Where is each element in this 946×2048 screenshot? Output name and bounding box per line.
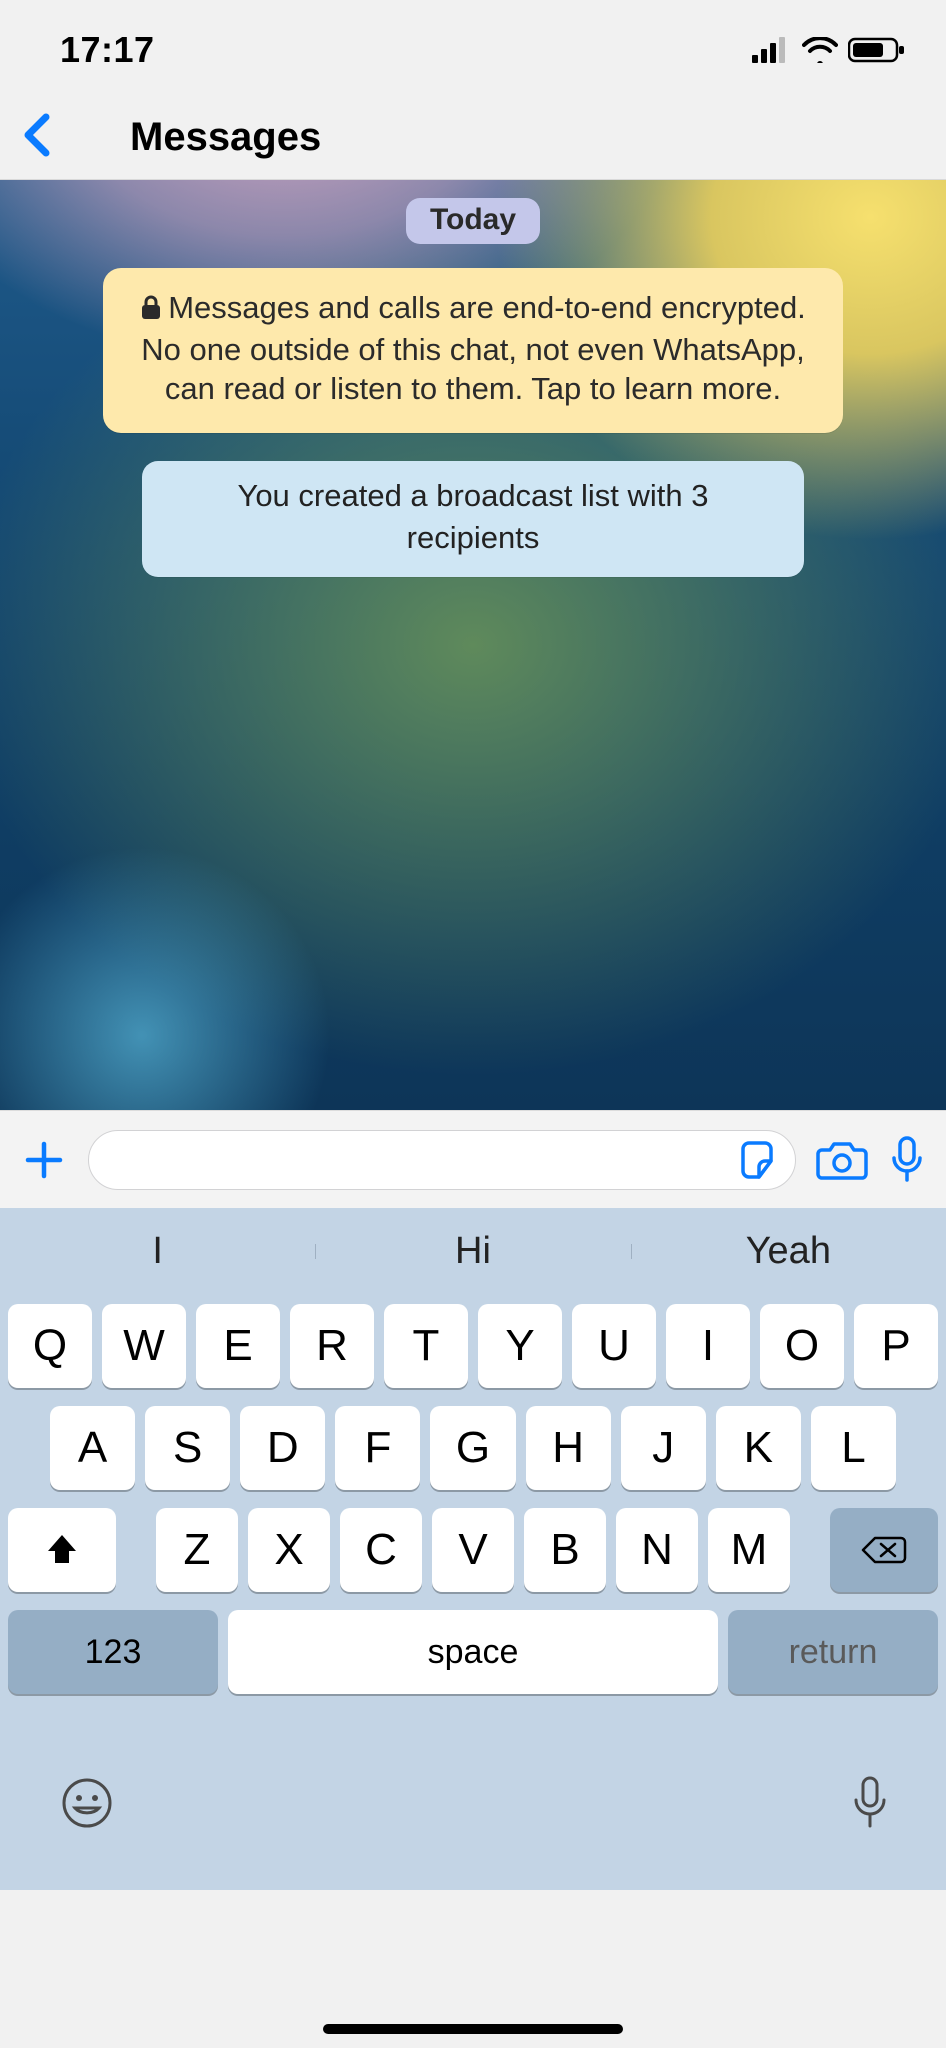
keyboard-row-2: A S D F G H J K L: [8, 1406, 938, 1490]
emoji-icon: [60, 1776, 114, 1830]
key-d[interactable]: D: [240, 1406, 325, 1490]
dictation-button[interactable]: [849, 1774, 891, 1837]
wifi-icon: [802, 37, 838, 63]
key-g[interactable]: G: [430, 1406, 515, 1490]
encryption-notice[interactable]: Messages and calls are end-to-end encryp…: [103, 268, 843, 433]
key-t[interactable]: T: [384, 1304, 468, 1388]
shift-icon: [44, 1533, 80, 1567]
backspace-icon: [861, 1534, 907, 1566]
key-h[interactable]: H: [526, 1406, 611, 1490]
encryption-notice-text: Messages and calls are end-to-end encryp…: [141, 290, 806, 406]
message-input[interactable]: [111, 1143, 739, 1177]
suggestion-0[interactable]: I: [0, 1230, 315, 1273]
key-o[interactable]: O: [760, 1304, 844, 1388]
key-v[interactable]: V: [432, 1508, 514, 1592]
keyboard-row-3: Z X C V B N M: [8, 1508, 938, 1592]
key-u[interactable]: U: [572, 1304, 656, 1388]
key-backspace[interactable]: [830, 1508, 938, 1592]
date-pill: Today: [406, 198, 540, 244]
key-w[interactable]: W: [102, 1304, 186, 1388]
home-indicator[interactable]: [323, 2024, 623, 2034]
key-m[interactable]: M: [708, 1508, 790, 1592]
mic-button[interactable]: [888, 1134, 926, 1186]
key-i[interactable]: I: [666, 1304, 750, 1388]
key-y[interactable]: Y: [478, 1304, 562, 1388]
key-r[interactable]: R: [290, 1304, 374, 1388]
key-e[interactable]: E: [196, 1304, 280, 1388]
key-shift[interactable]: [8, 1508, 116, 1592]
status-time: 17:17: [60, 29, 155, 71]
key-j[interactable]: J: [621, 1406, 706, 1490]
add-attachment-button[interactable]: [20, 1136, 68, 1184]
key-x[interactable]: X: [248, 1508, 330, 1592]
key-numeric[interactable]: 123: [8, 1610, 218, 1694]
emoji-button[interactable]: [60, 1776, 114, 1835]
suggestion-2[interactable]: Yeah: [631, 1230, 946, 1273]
camera-button[interactable]: [816, 1138, 868, 1182]
key-c[interactable]: C: [340, 1508, 422, 1592]
key-k[interactable]: K: [716, 1406, 801, 1490]
message-input-wrap[interactable]: [88, 1130, 796, 1190]
keyboard-utility-row: [0, 1750, 946, 1890]
battery-icon: [848, 37, 906, 63]
key-space[interactable]: space: [228, 1610, 718, 1694]
page-title: Messages: [130, 115, 321, 160]
back-button[interactable]: [20, 113, 70, 162]
lock-icon: [140, 290, 162, 330]
keyboard: Q W E R T Y U I O P A S D F G H J K L Z …: [0, 1294, 946, 1750]
system-message: You created a broadcast list with 3 reci…: [142, 461, 804, 577]
sticker-button[interactable]: [739, 1139, 781, 1181]
key-z[interactable]: Z: [156, 1508, 238, 1592]
status-bar: 17:17: [0, 0, 946, 100]
key-l[interactable]: L: [811, 1406, 896, 1490]
key-n[interactable]: N: [616, 1508, 698, 1592]
key-a[interactable]: A: [50, 1406, 135, 1490]
chat-area: Today Messages and calls are end-to-end …: [0, 180, 946, 1110]
keyboard-suggestions: I Hi Yeah: [0, 1208, 946, 1294]
cellular-icon: [752, 37, 792, 63]
key-s[interactable]: S: [145, 1406, 230, 1490]
key-b[interactable]: B: [524, 1508, 606, 1592]
keyboard-row-1: Q W E R T Y U I O P: [8, 1304, 938, 1388]
input-bar: [0, 1110, 946, 1208]
keyboard-row-4: 123 space return: [8, 1610, 938, 1694]
nav-header: Messages: [0, 100, 946, 180]
mic-icon: [849, 1774, 891, 1832]
key-p[interactable]: P: [854, 1304, 938, 1388]
status-icons: [752, 37, 906, 63]
key-return[interactable]: return: [728, 1610, 938, 1694]
suggestion-1[interactable]: Hi: [315, 1230, 630, 1273]
key-f[interactable]: F: [335, 1406, 420, 1490]
key-q[interactable]: Q: [8, 1304, 92, 1388]
